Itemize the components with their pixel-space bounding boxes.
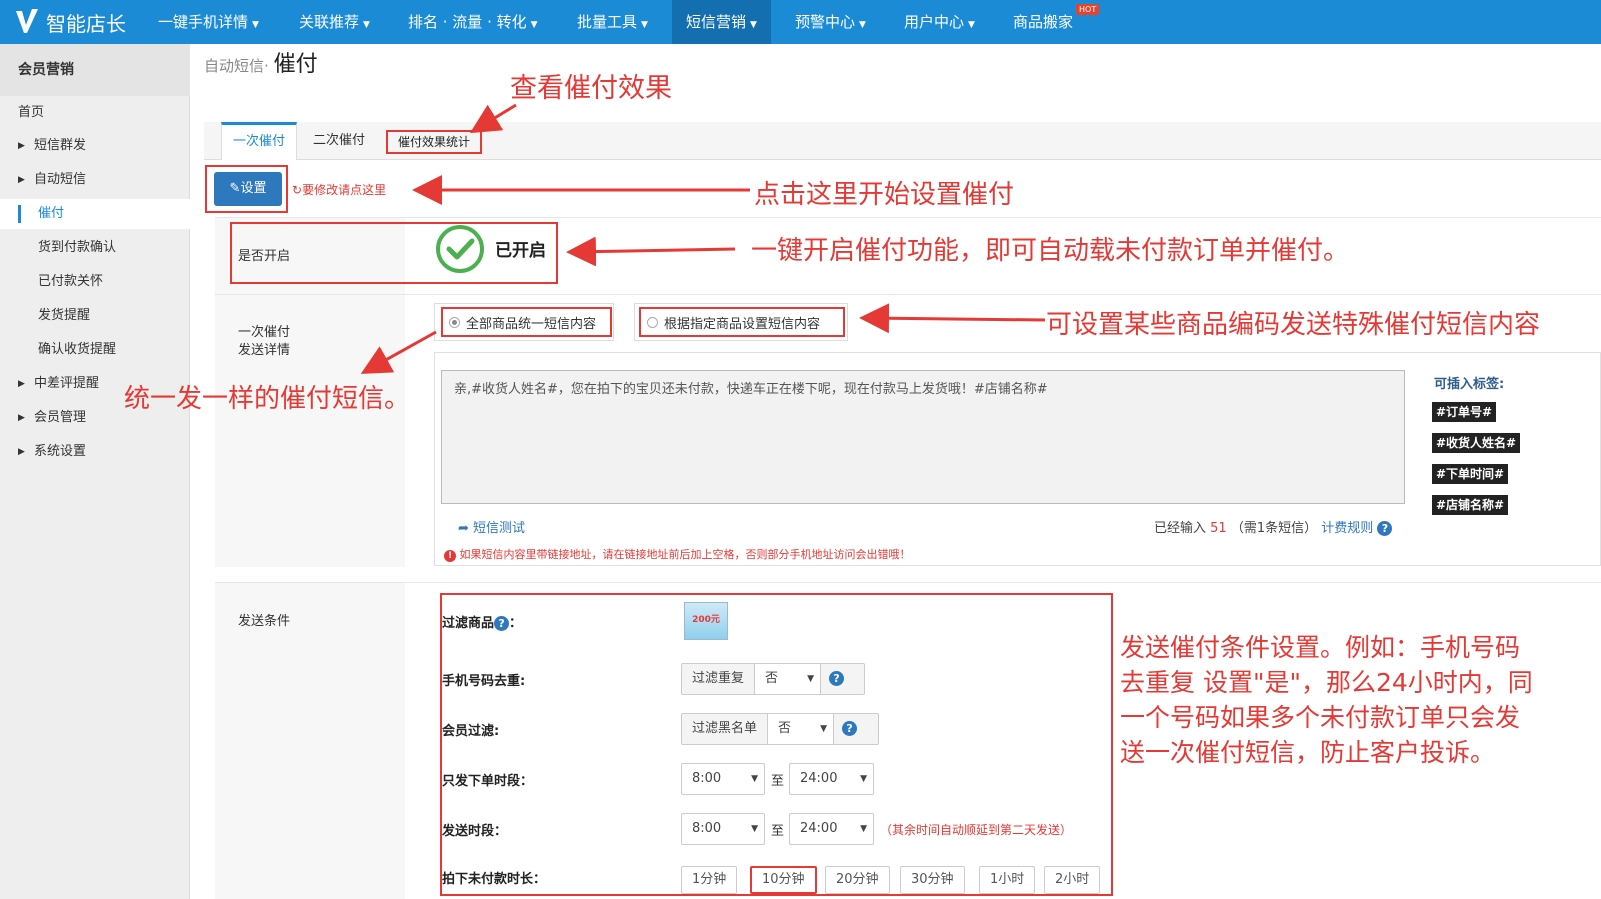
annotation-conditions: 发送催付条件设置。例如：手机号码 去重复 设置"是"，那么24小时内，同 一个号… — [1120, 630, 1533, 770]
annotation-line: 一个号码如果多个未付款订单只会发 — [1120, 703, 1521, 732]
annotation-same-sms: 统一发一样的催付短信。 — [124, 384, 411, 414]
annotation-line: 去重复 设置"是"，那么24小时内，同 — [1120, 668, 1533, 697]
annotation-line: 送一次催付短信，防止客户投诉。 — [1120, 738, 1496, 767]
annotation-view-effect: 查看催付效果 — [510, 73, 672, 104]
annotation-special-content: 可设置某些商品编码发送特殊催付短信内容 — [1046, 310, 1541, 340]
annotation-one-click: 一键开启催付功能，即可自动载未付款订单并催付。 — [751, 236, 1350, 266]
annotation-click-setup: 点击这里开始设置催付 — [754, 180, 1015, 210]
annotation-line: 发送催付条件设置。例如：手机号码 — [1120, 633, 1521, 662]
